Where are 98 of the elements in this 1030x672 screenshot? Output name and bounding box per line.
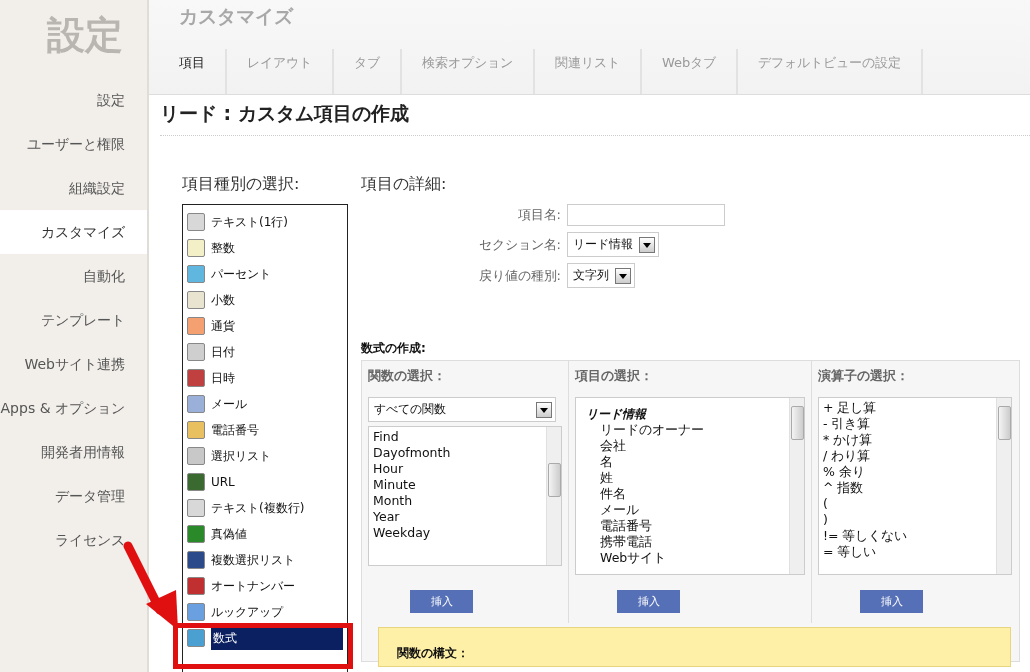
- select-field[interactable]: すべての関数: [368, 397, 556, 422]
- field-label: 戻り値の種別:: [477, 266, 561, 285]
- field-type-item[interactable]: 選択リスト: [187, 443, 343, 469]
- sidebar-item[interactable]: テンプレート: [0, 298, 147, 342]
- field-type-icon: [187, 603, 205, 621]
- list-group-heading: リード情報: [585, 406, 648, 422]
- list-item[interactable]: 会社: [580, 438, 785, 454]
- insert-button[interactable]: 挿入: [410, 590, 473, 613]
- list-item[interactable]: Weekday: [373, 525, 542, 541]
- field-type-icon: [187, 343, 205, 361]
- page-title: リード : カスタム項目の作成: [160, 101, 1030, 136]
- field-type-item[interactable]: 複数選択リスト: [187, 547, 343, 573]
- list-item[interactable]: 姓: [580, 470, 785, 486]
- select-field[interactable]: 文字列: [567, 263, 635, 288]
- header-title: カスタマイズ: [178, 4, 295, 29]
- field-type-item[interactable]: パーセント: [187, 261, 343, 287]
- field-type-item[interactable]: 整数: [187, 235, 343, 261]
- field-type-icon: [187, 291, 205, 309]
- insert-button[interactable]: 挿入: [617, 590, 680, 613]
- list-item[interactable]: リードのオーナー: [580, 422, 785, 438]
- list-item[interactable]: Dayofmonth: [373, 445, 542, 461]
- field-type-item[interactable]: 電話番号: [187, 417, 343, 443]
- list-item[interactable]: メール: [580, 502, 785, 518]
- list-item[interactable]: 件名: [580, 486, 785, 502]
- sidebar-item[interactable]: ライセンス: [0, 518, 147, 562]
- list-item[interactable]: Webサイト: [580, 550, 785, 566]
- dropdown-icon: [536, 401, 552, 418]
- field-label: 項目名:: [516, 206, 561, 224]
- scrollbar[interactable]: [789, 398, 804, 574]
- scrollbar[interactable]: [996, 398, 1011, 574]
- list-item[interactable]: 電話番号: [580, 518, 785, 534]
- field-type-item[interactable]: 日時: [187, 365, 343, 391]
- sidebar-item[interactable]: 組織設定: [0, 166, 147, 210]
- dropdown-icon: [639, 236, 655, 253]
- section-heading: 項目の詳細:: [361, 174, 448, 195]
- field-type-icon: [187, 239, 205, 257]
- field-type-icon: [187, 525, 205, 543]
- list-item[interactable]: Minute: [373, 477, 542, 493]
- field-type-item[interactable]: メール: [187, 391, 343, 417]
- field-type-item[interactable]: テキスト(1行): [187, 209, 343, 235]
- insert-button[interactable]: 挿入: [860, 590, 923, 613]
- field-type-icon: [187, 421, 205, 439]
- tab[interactable]: 項目: [159, 49, 227, 94]
- list-item[interactable]: * かけ算: [823, 432, 992, 448]
- select-field[interactable]: リード情報: [567, 232, 659, 257]
- sidebar-item[interactable]: 設定: [0, 78, 147, 122]
- list-item[interactable]: % 余り: [823, 464, 992, 480]
- list-item[interactable]: 名: [580, 454, 785, 470]
- sidebar-item[interactable]: 自動化: [0, 254, 147, 298]
- sidebar-heading: 設定: [46, 12, 124, 59]
- list-item[interactable]: Year: [373, 509, 542, 525]
- sidebar-item[interactable]: データ管理: [0, 474, 147, 518]
- field-type-item[interactable]: 通貨: [187, 313, 343, 339]
- list-item[interactable]: != 等しくない: [823, 528, 992, 544]
- list-item[interactable]: + 足し算: [823, 400, 992, 416]
- sidebar-item[interactable]: ユーザーと権限: [0, 122, 147, 166]
- list-item[interactable]: (: [823, 496, 992, 512]
- sidebar-item[interactable]: Webサイト連携: [0, 342, 147, 386]
- column-heading: 関数の選択：: [367, 367, 447, 385]
- field-type-icon: [187, 395, 205, 413]
- column-heading: 項目の選択：: [574, 367, 654, 385]
- field-type-icon: [187, 551, 205, 569]
- syntax-heading: 関数の構文：: [397, 646, 469, 660]
- list-item[interactable]: = 等しい: [823, 544, 992, 560]
- field-type-icon: [187, 317, 205, 335]
- field-label: セクション名:: [477, 235, 561, 254]
- field-type-icon: [187, 577, 205, 595]
- field-type-icon: [187, 213, 205, 231]
- list-item[interactable]: / わり算: [823, 448, 992, 464]
- field-type-item[interactable]: 小数: [187, 287, 343, 313]
- list-item[interactable]: Hour: [373, 461, 542, 477]
- input-field[interactable]: [567, 204, 725, 226]
- section-heading: 項目種別の選択:: [182, 174, 301, 195]
- field-type-icon: [187, 473, 205, 491]
- field-type-icon: [187, 265, 205, 283]
- scrollbar[interactable]: [546, 427, 561, 565]
- sidebar-item[interactable]: 開発者用情報: [0, 430, 147, 474]
- list-item[interactable]: ^ 指数: [823, 480, 992, 496]
- field-type-icon: [187, 629, 205, 647]
- list-item[interactable]: Month: [373, 493, 542, 509]
- list-item[interactable]: 携帯電話: [580, 534, 785, 550]
- dropdown-icon: [615, 267, 631, 284]
- field-type-item[interactable]: URL: [187, 469, 343, 495]
- list-item[interactable]: ): [823, 512, 992, 528]
- sidebar-item[interactable]: Apps & オプション: [0, 386, 147, 430]
- field-type-icon: [187, 369, 205, 387]
- field-type-item[interactable]: オートナンバー: [187, 573, 343, 599]
- field-type-item[interactable]: 真偽値: [187, 521, 343, 547]
- field-type-icon: [187, 447, 205, 465]
- field-type-item[interactable]: ルックアップ: [187, 599, 343, 625]
- sidebar-item[interactable]: カスタマイズ: [0, 210, 147, 254]
- list-item[interactable]: - 引き算: [823, 416, 992, 432]
- list-item[interactable]: Find: [373, 429, 542, 445]
- field-type-icon: [187, 499, 205, 517]
- field-type-item[interactable]: 日付: [187, 339, 343, 365]
- field-type-item[interactable]: テキスト(複数行): [187, 495, 343, 521]
- column-heading: 演算子の選択：: [817, 367, 910, 385]
- section-heading: 数式の作成:: [361, 340, 427, 357]
